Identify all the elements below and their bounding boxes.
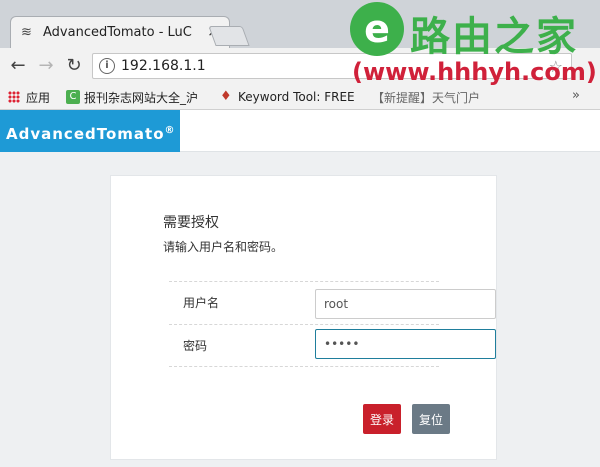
watermark-title: 路由之家 [410, 14, 578, 60]
password-label: 密码 [183, 339, 208, 353]
url-text[interactable]: 192.168.1.1 [121, 58, 206, 74]
brand-mark: ® [164, 125, 176, 136]
bookmark-label: 应用 [26, 90, 51, 105]
login-title: 需要授权 [163, 215, 219, 231]
bookmark-keyword-tool[interactable]: ♦ Keyword Tool: FREE [220, 89, 355, 105]
apps-grid-icon [8, 91, 20, 103]
reload-icon[interactable]: ↻ [64, 56, 84, 76]
reset-button[interactable]: 复位 [412, 404, 450, 434]
login-button[interactable]: 登录 [363, 404, 401, 434]
form-divider [169, 366, 439, 367]
username-row: 用户名 [169, 281, 496, 321]
bookmark-news[interactable]: C 报刊杂志网站大全_沪 [66, 89, 198, 105]
watermark-url: (www.hhhyh.com) [352, 58, 597, 86]
username-input[interactable] [315, 289, 496, 319]
bookmark-label: Keyword Tool: FREE [238, 90, 355, 104]
new-tab-button[interactable] [208, 26, 250, 46]
username-label: 用户名 [183, 296, 220, 310]
router-brand-logo: AdvancedTomato® [0, 110, 180, 152]
bookmark-label: 报刊杂志网站大全_沪 [84, 90, 199, 105]
back-arrow-icon[interactable]: ← [8, 56, 28, 76]
router-header: AdvancedTomato® [0, 110, 600, 152]
refresh-badge-icon: C [66, 90, 80, 104]
flame-icon: ♦ [220, 89, 232, 104]
site-watermark: e 路由之家 (www.hhhyh.com) [350, 0, 600, 100]
browser-tab[interactable]: ≋ AdvancedTomato - LuC × [10, 16, 230, 48]
login-card: 需要授权 请输入用户名和密码。 用户名 密码 登录 复位 [110, 175, 497, 460]
watermark-logo-icon: e [350, 2, 404, 56]
router-favicon-icon: ≋ [21, 25, 32, 40]
password-row: 密码 [169, 324, 496, 364]
bookmark-apps[interactable]: 应用 [8, 89, 50, 105]
password-input[interactable] [315, 329, 496, 359]
brand-text: AdvancedTomato [6, 125, 165, 143]
tab-title: AdvancedTomato - LuC [43, 25, 192, 40]
login-subtitle: 请输入用户名和密码。 [163, 240, 284, 254]
forward-arrow-icon[interactable]: → [36, 56, 56, 76]
info-icon[interactable]: i [99, 58, 115, 74]
